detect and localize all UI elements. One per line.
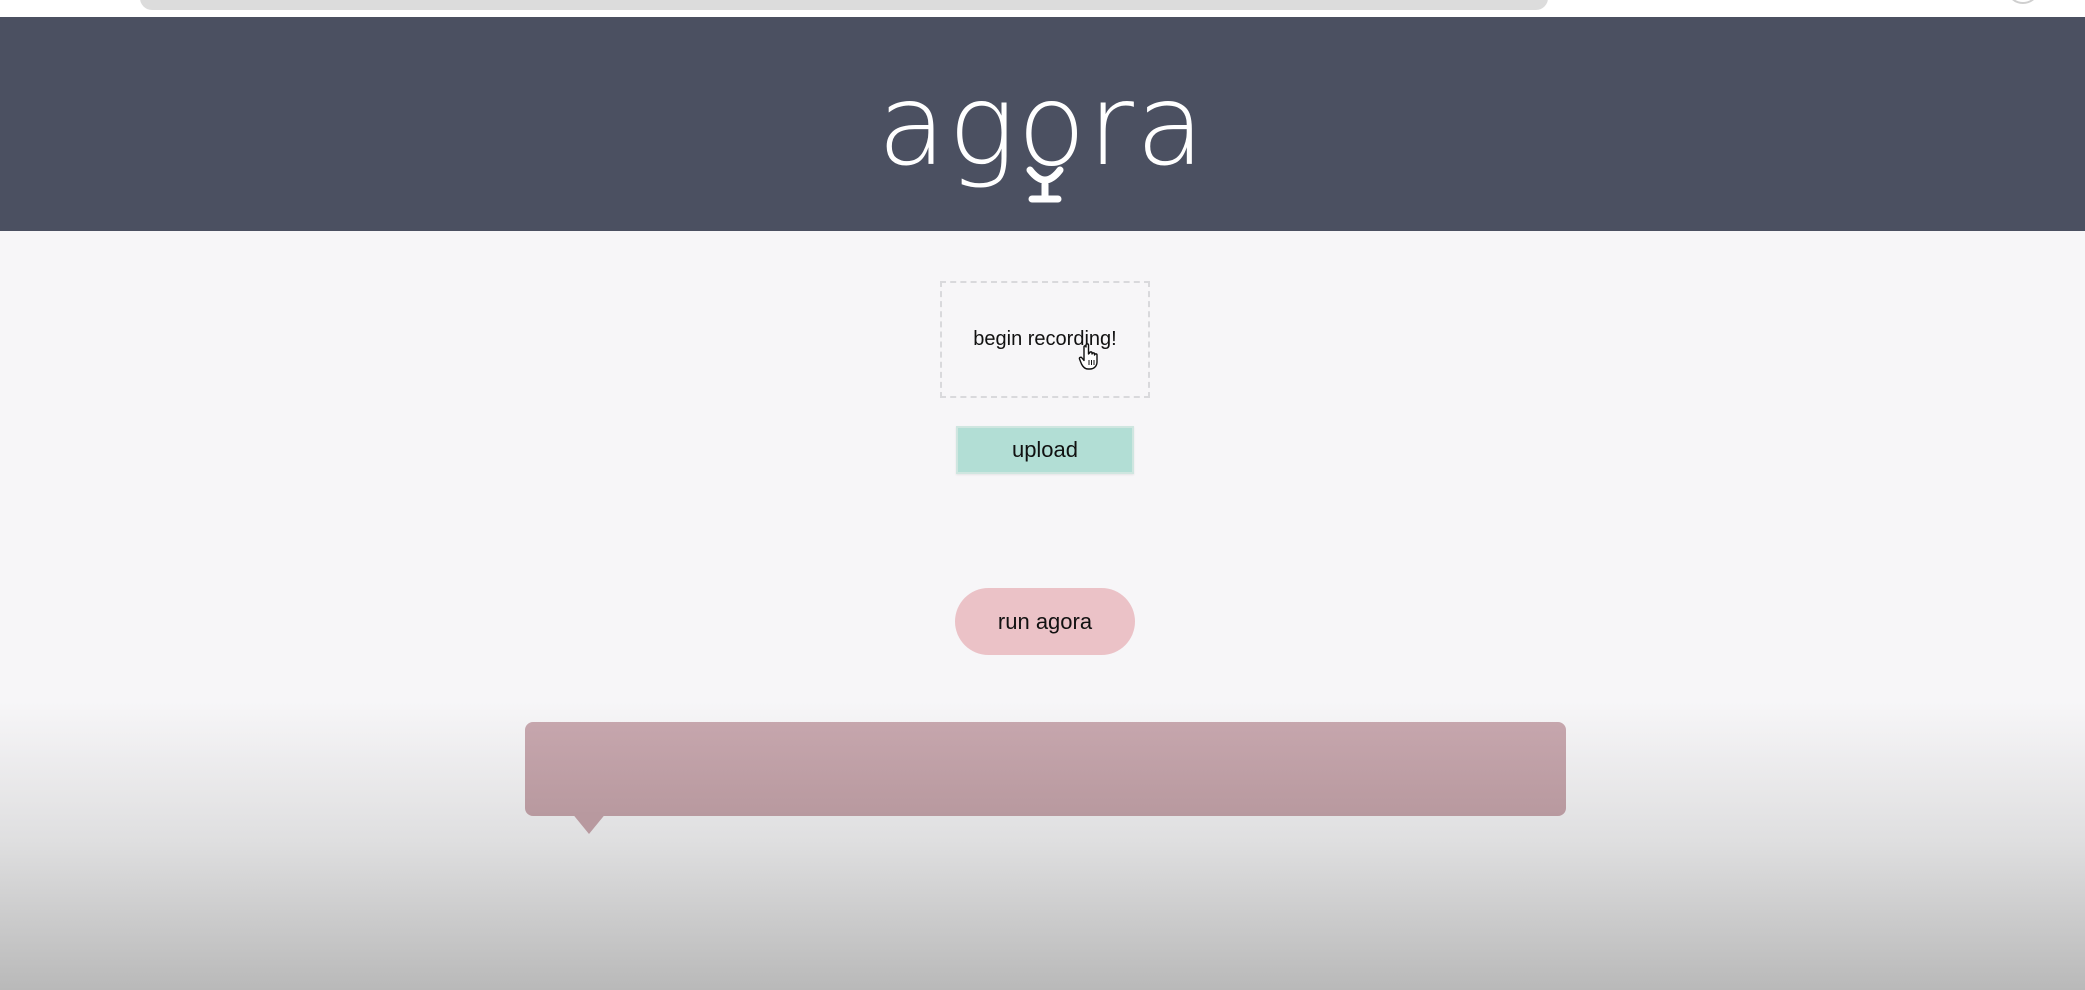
upload-button[interactable]: upload [956, 426, 1134, 474]
run-agora-button-label: run agora [997, 608, 1093, 634]
begin-recording-dropzone[interactable]: begin recording! [940, 281, 1150, 398]
app-header: agora [0, 17, 2085, 231]
output-bubble [525, 722, 1566, 816]
browser-address-bar[interactable] [140, 0, 1548, 10]
hand-pointer-icon [1078, 343, 1098, 370]
agora-logo: agora [877, 62, 1206, 203]
logo-text: agora [877, 62, 1206, 191]
output-bubble-tail [571, 812, 607, 834]
browser-top-strip [0, 0, 2085, 17]
upload-button-label: upload [1011, 437, 1079, 462]
browser-profile-icon[interactable] [2006, 0, 2040, 4]
run-agora-button[interactable]: run agora [955, 588, 1135, 655]
